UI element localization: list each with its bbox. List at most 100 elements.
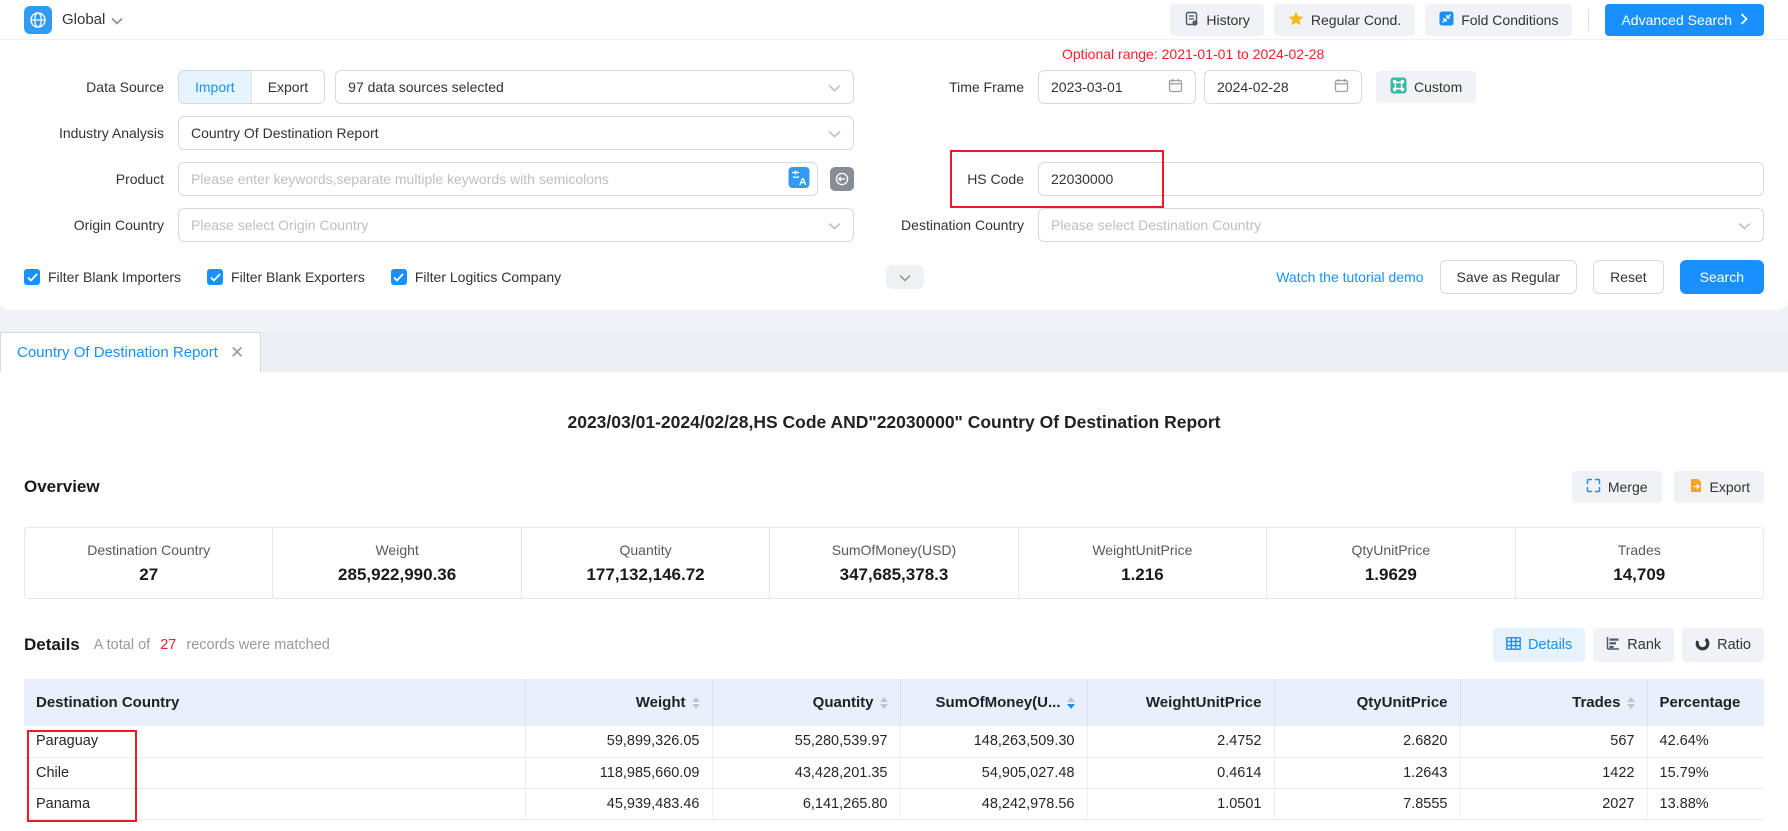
- cell-percentage: 13.88%: [1647, 788, 1764, 819]
- custom-range-button[interactable]: Custom: [1376, 71, 1476, 103]
- overview-heading: Overview: [24, 477, 100, 497]
- import-export-segment: Import Export: [178, 70, 325, 104]
- industry-analysis-label: Industry Analysis: [24, 125, 178, 141]
- fold-conditions-button-label: Fold Conditions: [1461, 12, 1558, 28]
- cell-quantity: 6,141,265.80: [712, 788, 900, 819]
- view-ratio-label: Ratio: [1717, 637, 1751, 653]
- destination-country-label: Destination Country: [888, 217, 1038, 233]
- stat-value: 14,709: [1613, 565, 1665, 585]
- details-table: Destination Country Weight Quantity SumO…: [24, 679, 1764, 820]
- product-input[interactable]: [178, 162, 818, 196]
- time-frame-label: Time Frame: [888, 79, 1038, 95]
- tab-strip: Country Of Destination Report ✕: [0, 332, 1788, 372]
- end-date-input[interactable]: 2024-02-28: [1204, 70, 1362, 104]
- filter-blank-importers-checkbox[interactable]: Filter Blank Importers: [24, 269, 181, 285]
- cell-qty-unit-price: 2.6820: [1274, 726, 1460, 757]
- col-trades[interactable]: Trades: [1460, 679, 1647, 726]
- report-content: 2023/03/01-2024/02/28,HS Code AND"220300…: [0, 372, 1788, 831]
- view-rank-button[interactable]: Rank: [1593, 628, 1674, 662]
- close-icon[interactable]: ✕: [230, 344, 244, 361]
- summary-count: 27: [160, 637, 176, 653]
- cell-trades: 1422: [1460, 757, 1647, 788]
- chevron-down-icon: [1738, 217, 1751, 233]
- data-source-select[interactable]: 97 data sources selected: [335, 70, 854, 104]
- tutorial-demo-link[interactable]: Watch the tutorial demo: [1276, 269, 1423, 285]
- history-button[interactable]: History: [1170, 4, 1264, 36]
- col-weight[interactable]: Weight: [525, 679, 712, 726]
- tab-country-of-destination-report[interactable]: Country Of Destination Report ✕: [0, 332, 261, 372]
- import-toggle[interactable]: Import: [179, 71, 251, 103]
- stat-value: 285,922,990.36: [338, 565, 456, 585]
- sort-icon-active-desc[interactable]: [1067, 697, 1075, 709]
- merge-button[interactable]: Merge: [1572, 471, 1662, 503]
- chevron-down-icon[interactable]: [111, 12, 123, 28]
- end-date-value: 2024-02-28: [1217, 79, 1289, 95]
- fold-icon: [1439, 11, 1454, 29]
- checkbox-checked-icon[interactable]: [207, 269, 223, 285]
- stat-weight: Weight 285,922,990.36: [272, 528, 520, 598]
- table-row[interactable]: Panama 45,939,483.46 6,141,265.80 48,242…: [24, 788, 1764, 819]
- fold-conditions-button[interactable]: Fold Conditions: [1425, 4, 1572, 36]
- cell-country[interactable]: Chile: [24, 757, 525, 788]
- col-quantity[interactable]: Quantity: [712, 679, 900, 726]
- cell-weight-unit-price: 2.4752: [1087, 726, 1274, 757]
- regular-cond-button[interactable]: Regular Cond.: [1274, 4, 1415, 36]
- view-ratio-button[interactable]: Ratio: [1682, 628, 1764, 662]
- stat-value: 27: [139, 565, 158, 585]
- advanced-search-button[interactable]: Advanced Search: [1605, 4, 1764, 36]
- history-button-label: History: [1206, 12, 1250, 28]
- checkbox-checked-icon[interactable]: [391, 269, 407, 285]
- rank-icon: [1606, 636, 1620, 654]
- cell-qty-unit-price: 1.2643: [1274, 757, 1460, 788]
- table-row[interactable]: Chile 118,985,660.09 43,428,201.35 54,90…: [24, 757, 1764, 788]
- stat-weight-unit-price: WeightUnitPrice 1.216: [1018, 528, 1266, 598]
- start-date-input[interactable]: 2023-03-01: [1038, 70, 1196, 104]
- sort-icon[interactable]: [880, 697, 888, 709]
- cell-country[interactable]: Panama: [24, 788, 525, 819]
- tab-label: Country Of Destination Report: [17, 344, 218, 361]
- stat-value: 1.216: [1121, 565, 1164, 585]
- translate-icon[interactable]: A: [788, 167, 810, 192]
- exact-match-icon[interactable]: [830, 167, 854, 191]
- calendar-icon: [1168, 78, 1183, 96]
- industry-analysis-select[interactable]: Country Of Destination Report: [178, 116, 854, 150]
- table-row[interactable]: Paraguay 59,899,326.05 55,280,539.97 148…: [24, 726, 1764, 757]
- col-weight-unit-price: WeightUnitPrice: [1087, 679, 1274, 726]
- destination-country-select[interactable]: Please select Destination Country: [1038, 208, 1764, 242]
- summary-prefix: A total of: [94, 637, 150, 653]
- checkbox-checked-icon[interactable]: [24, 269, 40, 285]
- globe-icon: [24, 6, 52, 34]
- cell-weight: 118,985,660.09: [525, 757, 712, 788]
- merge-icon: [1586, 478, 1601, 496]
- collapse-conditions-button[interactable]: [886, 265, 924, 289]
- cell-weight-unit-price: 1.0501: [1087, 788, 1274, 819]
- chevron-right-icon: [1740, 12, 1748, 28]
- cell-percentage: 15.79%: [1647, 757, 1764, 788]
- col-sum-of-money[interactable]: SumOfMoney(U...: [900, 679, 1087, 726]
- star-icon: [1288, 11, 1304, 29]
- export-toggle[interactable]: Export: [252, 71, 324, 103]
- reset-button[interactable]: Reset: [1593, 260, 1664, 294]
- filter-blank-importers-label: Filter Blank Importers: [48, 269, 181, 285]
- region-selector-label[interactable]: Global: [62, 11, 105, 28]
- sort-icon[interactable]: [692, 697, 700, 709]
- cell-sum-of-money: 148,263,509.30: [900, 726, 1087, 757]
- search-button[interactable]: Search: [1680, 260, 1764, 294]
- hs-code-input[interactable]: [1038, 162, 1764, 196]
- origin-country-placeholder: Please select Origin Country: [191, 217, 368, 233]
- filter-blank-exporters-checkbox[interactable]: Filter Blank Exporters: [207, 269, 365, 285]
- view-details-button[interactable]: Details: [1493, 628, 1585, 662]
- export-button[interactable]: Export: [1674, 471, 1764, 503]
- stat-trades: Trades 14,709: [1515, 528, 1763, 598]
- sort-icon[interactable]: [1627, 697, 1635, 709]
- origin-country-select[interactable]: Please select Origin Country: [178, 208, 854, 242]
- cell-country[interactable]: Paraguay: [24, 726, 525, 757]
- stat-label: QtyUnitPrice: [1352, 542, 1431, 558]
- industry-analysis-select-value: Country Of Destination Report: [191, 125, 379, 141]
- filter-logitics-company-label: Filter Logitics Company: [415, 269, 561, 285]
- advanced-search-button-label: Advanced Search: [1621, 12, 1732, 28]
- filter-logitics-company-checkbox[interactable]: Filter Logitics Company: [391, 269, 561, 285]
- save-as-regular-button[interactable]: Save as Regular: [1440, 260, 1578, 294]
- cell-qty-unit-price: 7.8555: [1274, 788, 1460, 819]
- details-heading: Details: [24, 635, 80, 655]
